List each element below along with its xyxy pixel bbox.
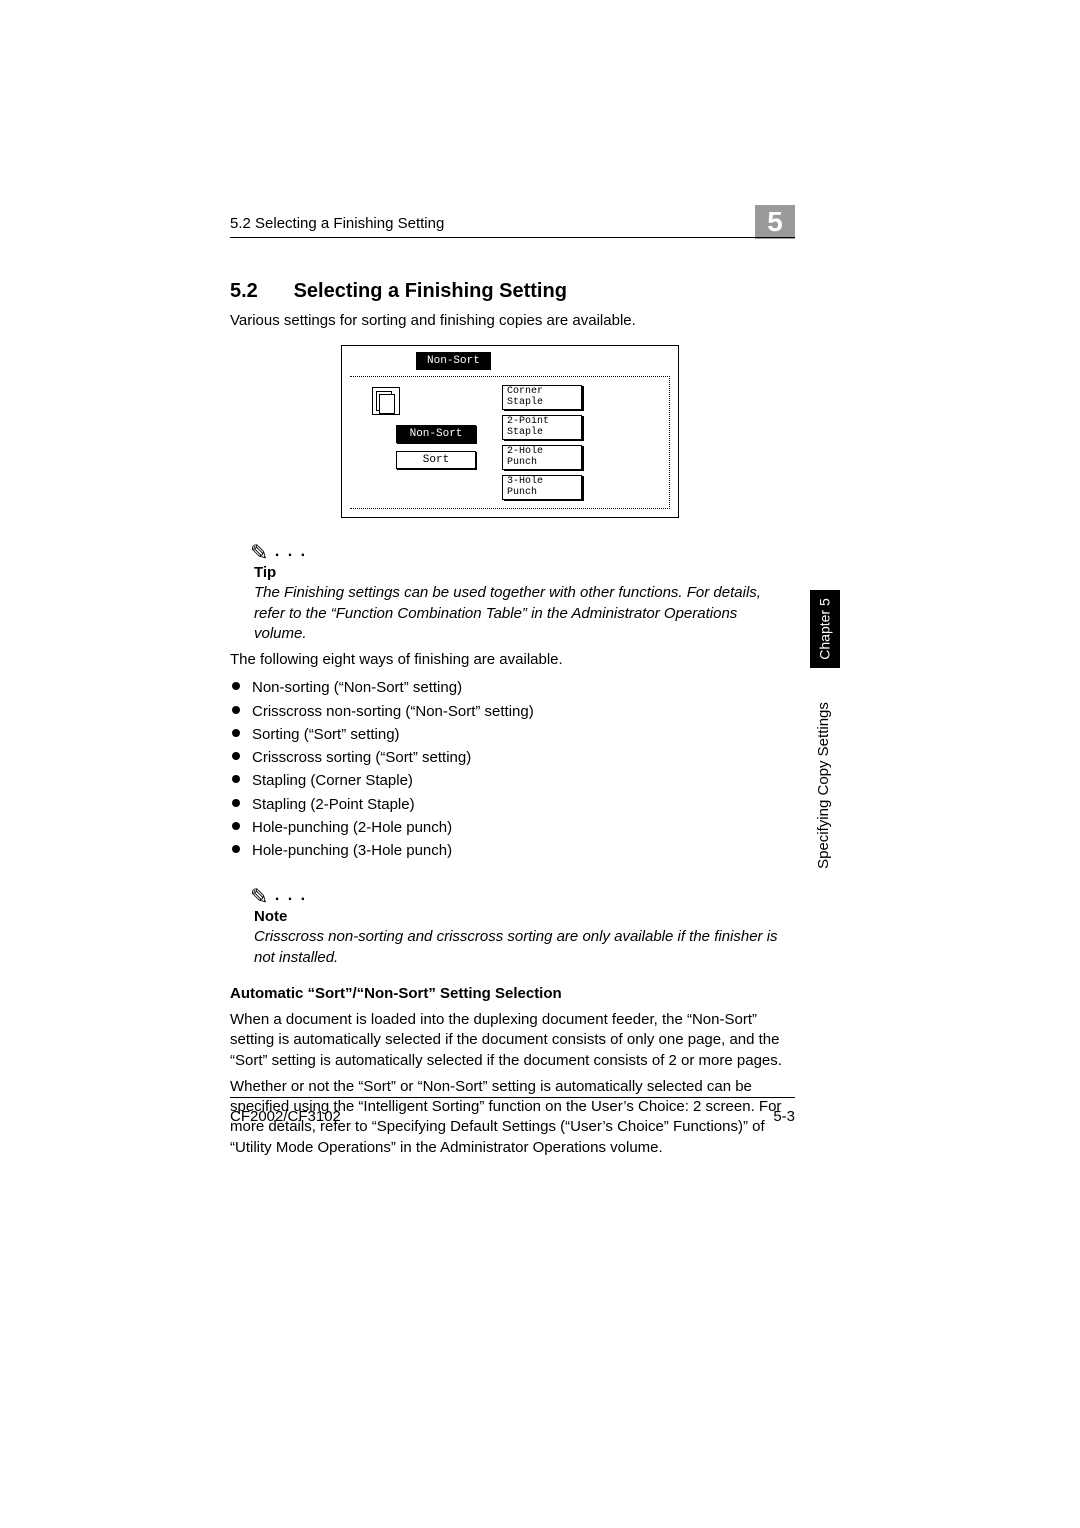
section-heading: 5.2 Selecting a Finishing Setting xyxy=(230,280,790,303)
finishing-list: Non-sorting (“Non-Sort” setting) Crisscr… xyxy=(230,676,790,862)
intro-text: Various settings for sorting and finishi… xyxy=(230,311,790,331)
list-item: Hole-punching (3-Hole punch) xyxy=(230,839,790,862)
list-item: Crisscross sorting (“Sort” setting) xyxy=(230,746,790,769)
list-lead: The following eight ways of finishing ar… xyxy=(230,650,790,670)
dots-icon: . . . xyxy=(268,543,307,560)
page-footer: CF2002/CF3102 5-3 xyxy=(230,1108,795,1125)
side-chapter-tab: Chapter 5 xyxy=(810,590,840,668)
side-section-label: Specifying Copy Settings xyxy=(813,680,833,890)
footer-page: 5-3 xyxy=(773,1108,795,1125)
document-icon xyxy=(372,387,400,415)
tip-block: ✎ . . . Tip The Finishing settings can b… xyxy=(250,536,790,644)
tip-title: Tip xyxy=(254,564,790,581)
section-title: Selecting a Finishing Setting xyxy=(294,280,567,302)
tip-body: The Finishing settings can be used toget… xyxy=(254,583,790,644)
finishing-panel-figure: Non-Sort Non-Sort Sort CornerStaple 2-Po… xyxy=(341,345,679,518)
note-body: Crisscross non-sorting and crisscross so… xyxy=(254,927,790,968)
running-head: 5.2 Selecting a Finishing Setting xyxy=(230,215,790,232)
btn-corner-staple: CornerStaple xyxy=(502,385,582,410)
auto-p1: When a document is loaded into the duple… xyxy=(230,1010,790,1071)
footer-rule xyxy=(230,1097,795,1098)
tab-non-sort: Non-Sort xyxy=(416,352,491,370)
note-block: ✎ . . . Note Crisscross non-sorting and … xyxy=(250,880,790,968)
footer-model: CF2002/CF3102 xyxy=(230,1108,341,1125)
pencil-icon: ✎ xyxy=(250,540,268,566)
list-item: Hole-punching (2-Hole punch) xyxy=(230,816,790,839)
section-number: 5.2 xyxy=(230,280,288,303)
list-item: Stapling (2-Point Staple) xyxy=(230,793,790,816)
list-item: Sorting (“Sort” setting) xyxy=(230,723,790,746)
dots-icon: . . . xyxy=(268,887,307,904)
list-item: Crisscross non-sorting (“Non-Sort” setti… xyxy=(230,700,790,723)
auto-heading: Automatic “Sort”/“Non-Sort” Setting Sele… xyxy=(230,984,790,1004)
header-rule xyxy=(230,237,795,238)
btn-non-sort: Non-Sort xyxy=(396,425,476,443)
btn-3hole-punch: 3-HolePunch xyxy=(502,475,582,500)
note-title: Note xyxy=(254,908,790,925)
chapter-number-tab: 5 xyxy=(755,205,795,239)
list-item: Stapling (Corner Staple) xyxy=(230,769,790,792)
btn-2point-staple: 2-PointStaple xyxy=(502,415,582,440)
btn-sort: Sort xyxy=(396,451,476,469)
pencil-icon: ✎ xyxy=(250,884,268,910)
list-item: Non-sorting (“Non-Sort” setting) xyxy=(230,676,790,699)
btn-2hole-punch: 2-HolePunch xyxy=(502,445,582,470)
